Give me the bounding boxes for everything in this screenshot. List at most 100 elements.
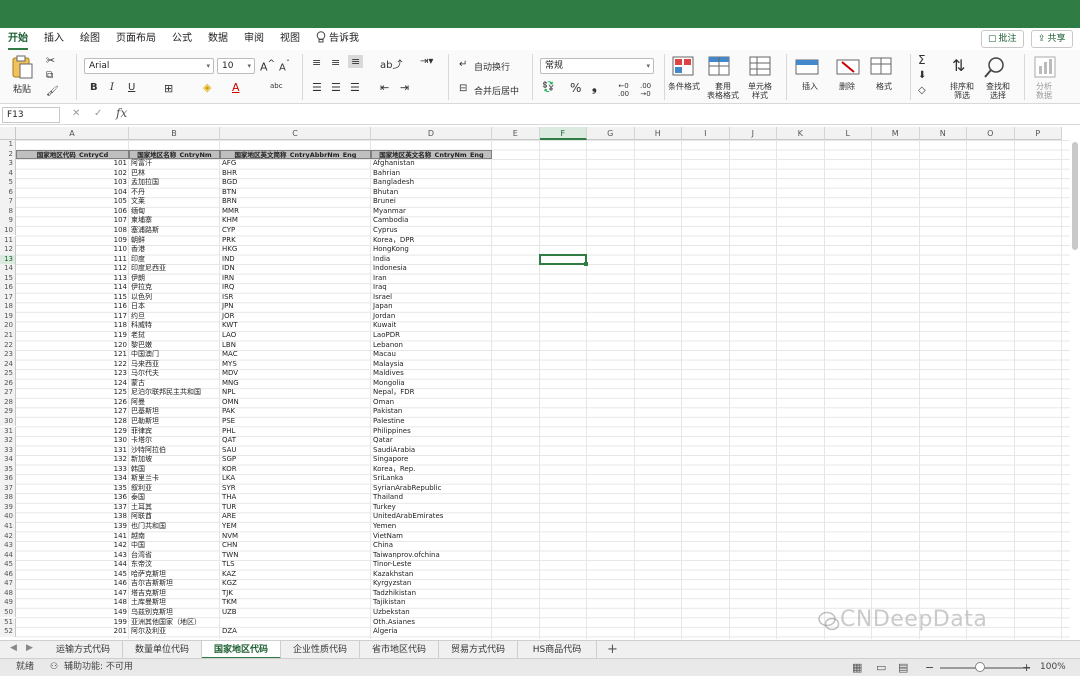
row-header-42[interactable]: 42: [0, 531, 16, 542]
cell-B37[interactable]: 叙利亚: [129, 484, 220, 494]
cancel-icon[interactable]: ✕: [72, 108, 80, 119]
cell-A50[interactable]: 149: [16, 608, 129, 618]
cell-D18[interactable]: Japan: [371, 302, 492, 312]
cell-B17[interactable]: 以色列: [129, 293, 220, 303]
cell-style-icon[interactable]: [749, 56, 771, 76]
cell-A21[interactable]: 119: [16, 331, 129, 341]
cell-A34[interactable]: 132: [16, 455, 129, 465]
cell-A45[interactable]: 144: [16, 560, 129, 570]
share-button[interactable]: ⇪ 共享: [1031, 30, 1073, 48]
wrap-text-icon[interactable]: ↵: [459, 59, 467, 70]
decrease-indent-icon[interactable]: ⇤: [380, 81, 389, 94]
row-header-22[interactable]: 22: [0, 340, 16, 351]
row-header-52[interactable]: 52: [0, 627, 16, 637]
cell-B48[interactable]: 塔吉克斯坦: [129, 589, 220, 599]
accessibility-status[interactable]: 辅助功能: 不可用: [64, 659, 133, 676]
cell-B22[interactable]: 黎巴嫩: [129, 341, 220, 351]
cell-A4[interactable]: 102: [16, 169, 129, 179]
cell-A20[interactable]: 118: [16, 321, 129, 331]
cell-D10[interactable]: Cyprus: [371, 226, 492, 236]
font-color-icon[interactable]: A: [232, 81, 240, 94]
cell-A27[interactable]: 125: [16, 388, 129, 398]
row-header-38[interactable]: 38: [0, 493, 16, 503]
cell-D12[interactable]: HongKong: [371, 245, 492, 255]
cell-D6[interactable]: Bhutan: [371, 188, 492, 198]
cell-B36[interactable]: 斯里兰卡: [129, 474, 220, 484]
cell-A33[interactable]: 131: [16, 446, 129, 456]
align-top-icon[interactable]: ≡: [312, 56, 321, 69]
sort-filter-icon[interactable]: ⇅: [952, 56, 965, 75]
merge-center-icon[interactable]: ⊟: [459, 83, 467, 94]
row-header-20[interactable]: 20: [0, 321, 16, 331]
cell-D22[interactable]: Lebanon: [371, 341, 492, 351]
cell-B13[interactable]: 印度: [129, 255, 220, 265]
cell-C46[interactable]: KAZ: [220, 570, 371, 580]
cell-D11[interactable]: Korea，DPR: [371, 236, 492, 246]
cell-A46[interactable]: 145: [16, 570, 129, 580]
row-header-32[interactable]: 32: [0, 436, 16, 446]
cell-B33[interactable]: 沙特阿拉伯: [129, 446, 220, 456]
row-header-17[interactable]: 17: [0, 292, 16, 303]
cell-B2[interactable]: 国家地区名称_CntryNm: [129, 149, 220, 160]
cell-A12[interactable]: 110: [16, 245, 129, 255]
cell-B5[interactable]: 孟加拉国: [129, 178, 220, 188]
cell-C13[interactable]: IND: [220, 255, 371, 265]
cell-C35[interactable]: KOR: [220, 465, 371, 475]
cell-C18[interactable]: JPN: [220, 302, 371, 312]
font-name-select[interactable]: Arial ▾: [84, 58, 214, 74]
cell-A9[interactable]: 107: [16, 216, 129, 226]
sheet-tab-0[interactable]: 运输方式代码: [44, 641, 123, 659]
sheet-tab-4[interactable]: 省市地区代码: [360, 641, 439, 659]
ribbon-tab-2[interactable]: 绘图: [80, 28, 100, 50]
cell-D37[interactable]: SyrianArabRepublic: [371, 484, 492, 494]
cell-C41[interactable]: YEM: [220, 522, 371, 532]
column-header-L[interactable]: L: [824, 127, 872, 140]
cell-A39[interactable]: 137: [16, 503, 129, 513]
row-header-33[interactable]: 33: [0, 445, 16, 456]
row-header-29[interactable]: 29: [0, 407, 16, 417]
row-header-27[interactable]: 27: [0, 388, 16, 398]
cell-B24[interactable]: 马来西亚: [129, 360, 220, 370]
increase-font-icon[interactable]: A^: [260, 58, 275, 74]
phonetic-icon[interactable]: abc: [270, 82, 283, 90]
add-sheet-button[interactable]: +: [607, 641, 618, 659]
row-header-26[interactable]: 26: [0, 378, 16, 389]
align-left-icon[interactable]: ☰: [312, 81, 322, 94]
cell-D14[interactable]: Indonesia: [371, 264, 492, 274]
cell-D20[interactable]: Kuwait: [371, 321, 492, 331]
cell-A24[interactable]: 122: [16, 360, 129, 370]
delete-cells-icon[interactable]: [836, 56, 862, 76]
formula-input[interactable]: [132, 107, 1072, 123]
ribbon-tab-8[interactable]: 告诉我: [316, 28, 359, 50]
insert-function-button[interactable]: fx: [116, 106, 127, 120]
cell-B10[interactable]: 塞浦路斯: [129, 226, 220, 236]
cell-D26[interactable]: Mongolia: [371, 379, 492, 389]
cell-B4[interactable]: 巴林: [129, 169, 220, 179]
cell-A16[interactable]: 114: [16, 283, 129, 293]
cell-B11[interactable]: 朝鲜: [129, 236, 220, 246]
cell-B26[interactable]: 蒙古: [129, 379, 220, 389]
column-header-D[interactable]: D: [371, 127, 492, 140]
align-right-icon[interactable]: ☰: [350, 81, 360, 94]
cell-D13[interactable]: India: [371, 255, 492, 265]
cell-B14[interactable]: 印度尼西亚: [129, 264, 220, 274]
cell-A17[interactable]: 115: [16, 293, 129, 303]
cell-A23[interactable]: 121: [16, 350, 129, 360]
cell-C20[interactable]: KWT: [220, 321, 371, 331]
cell-D45[interactable]: Tinor-Leste: [371, 560, 492, 570]
row-header-23[interactable]: 23: [0, 350, 16, 360]
row-header-6[interactable]: 6: [0, 187, 16, 198]
ribbon-tab-0[interactable]: 开始: [8, 28, 28, 50]
cell-C42[interactable]: NVM: [220, 532, 371, 542]
cell-C30[interactable]: PSE: [220, 417, 371, 427]
cell-B31[interactable]: 菲律宾: [129, 427, 220, 437]
cell-B50[interactable]: 乌兹别克斯坦: [129, 608, 220, 618]
cell-B15[interactable]: 伊朗: [129, 274, 220, 284]
cell-B3[interactable]: 阿富汗: [129, 159, 220, 169]
cell-C24[interactable]: MYS: [220, 360, 371, 370]
sheet-tab-6[interactable]: HS商品代码: [518, 641, 597, 659]
cell-A18[interactable]: 116: [16, 302, 129, 312]
cell-C36[interactable]: LKA: [220, 474, 371, 484]
row-header-39[interactable]: 39: [0, 502, 16, 513]
row-header-12[interactable]: 12: [0, 245, 16, 255]
